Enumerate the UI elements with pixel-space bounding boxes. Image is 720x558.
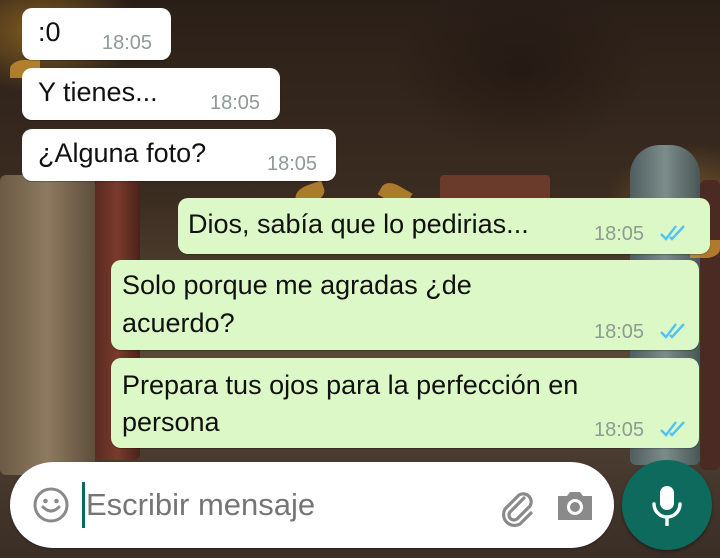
message-time: 18:05: [594, 419, 645, 441]
text-cursor: [82, 482, 85, 528]
message-bubble-incoming[interactable]: ¿Alguna foto? 18:05: [22, 129, 336, 181]
message-bubble-outgoing[interactable]: Solo porque me agradas ¿de acuerdo? 18:0…: [111, 260, 699, 350]
paperclip-icon[interactable]: [494, 484, 538, 528]
message-text: Y tienes...: [38, 77, 158, 107]
message-input[interactable]: [86, 484, 476, 526]
message-bubble-incoming[interactable]: :0 18:05: [22, 8, 171, 60]
message-text: Dios, sabía que lo pedirias...: [188, 209, 529, 239]
message-text: Solo porque me agradas ¿de: [122, 270, 472, 300]
message-text: persona: [122, 407, 220, 437]
message-text: ¿Alguna foto?: [38, 138, 207, 168]
message-time: 18:05: [210, 92, 261, 114]
read-receipt-icon: [660, 320, 688, 342]
read-receipt-icon: [660, 222, 688, 244]
message-text: Prepara tus ojos para la perfección en: [122, 370, 579, 400]
message-composer: [10, 462, 614, 548]
message-time: 18:05: [102, 32, 153, 54]
emoji-icon[interactable]: [32, 486, 70, 524]
wallpaper-book: [0, 175, 95, 475]
message-time: 18:05: [267, 153, 318, 175]
message-time: 18:05: [594, 321, 645, 343]
message-bubble-outgoing[interactable]: Dios, sabía que lo pedirias... 18:05: [178, 198, 710, 254]
read-receipt-icon: [660, 418, 688, 440]
message-text: :0: [38, 17, 61, 47]
message-bubble-incoming[interactable]: Y tienes... 18:05: [22, 68, 280, 120]
microphone-icon[interactable]: [622, 460, 712, 550]
message-text: acuerdo?: [122, 308, 235, 338]
message-time: 18:05: [594, 223, 645, 245]
message-bubble-outgoing[interactable]: Prepara tus ojos para la perfección en p…: [111, 358, 699, 448]
camera-icon[interactable]: [553, 484, 597, 528]
